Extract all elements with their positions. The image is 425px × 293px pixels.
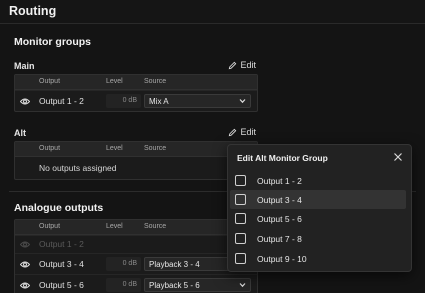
option-label: Output 5 - 6	[257, 214, 302, 224]
checkbox[interactable]	[235, 213, 246, 224]
eye-icon	[20, 241, 30, 248]
col-source: Source	[144, 145, 167, 152]
alt-edit-button[interactable]: Edit	[228, 127, 256, 137]
pencil-icon	[229, 61, 237, 69]
top-bar: Routing	[0, 0, 425, 24]
main-group-table: Output Level Source Output 1 - 2 0 dB Mi…	[14, 74, 258, 112]
table-row: Output 1 - 2 0 dB Mix A	[15, 90, 257, 111]
checkbox[interactable]	[235, 253, 246, 264]
option-output-1-2[interactable]: Output 1 - 2	[230, 171, 406, 190]
edit-alt-monitor-group-dialog: Edit Alt Monitor Group Output 1 - 2 Outp…	[227, 144, 412, 272]
level-field[interactable]: 0 dB	[106, 278, 141, 292]
col-level: Level	[106, 223, 123, 230]
checkbox[interactable]	[235, 233, 246, 244]
eye-icon[interactable]	[20, 281, 30, 290]
option-label: Output 3 - 4	[257, 195, 302, 205]
monitor-groups-title: Monitor groups	[14, 36, 91, 48]
chevron-down-icon	[239, 283, 246, 288]
chevron-down-icon	[239, 99, 246, 104]
source-value: Playback 3 - 4	[149, 260, 200, 269]
table-header: Output Level Source	[15, 220, 257, 235]
option-label: Output 9 - 10	[257, 254, 307, 264]
level-field[interactable]: 0 dB	[106, 94, 141, 108]
output-name: Output 3 - 4	[39, 259, 84, 269]
source-select[interactable]: Mix A	[144, 94, 251, 108]
option-label: Output 7 - 8	[257, 234, 302, 244]
output-name: Output 1 - 2	[39, 239, 84, 249]
level-field[interactable]: 0 dB	[106, 257, 141, 271]
main-edit-button[interactable]: Edit	[228, 60, 256, 70]
source-value: Mix A	[149, 97, 169, 106]
table-row: Output 3 - 4 0 dB Playback 3 - 4	[15, 253, 257, 274]
table-header: Output Level Source	[15, 75, 257, 90]
analogue-outputs-title: Analogue outputs	[14, 202, 104, 214]
col-output: Output	[39, 223, 61, 230]
alt-group-table: Output Level Source No outputs assigned	[14, 141, 258, 180]
col-level: Level	[106, 145, 123, 152]
checkbox[interactable]	[235, 194, 246, 205]
main-group-label: Main	[14, 61, 35, 71]
table-row: Output 5 - 6 0 dB Playback 5 - 6	[15, 274, 257, 293]
pencil-icon	[229, 128, 237, 136]
col-source: Source	[144, 78, 167, 85]
empty-row: No outputs assigned	[15, 157, 257, 179]
analogue-outputs-table: Output Level Source Output 1 - 2 Output …	[14, 219, 258, 293]
option-output-3-4[interactable]: Output 3 - 4	[230, 190, 406, 209]
col-output: Output	[39, 78, 61, 85]
source-value: Playback 5 - 6	[149, 281, 200, 290]
col-output: Output	[39, 145, 61, 152]
empty-text: No outputs assigned	[39, 163, 117, 173]
page-title: Routing	[9, 4, 57, 18]
option-output-7-8[interactable]: Output 7 - 8	[230, 229, 406, 248]
alt-group-label: Alt	[14, 128, 26, 138]
option-output-5-6[interactable]: Output 5 - 6	[230, 209, 406, 228]
output-name: Output 1 - 2	[39, 96, 84, 106]
table-header: Output Level Source	[15, 142, 257, 157]
option-output-9-10[interactable]: Output 9 - 10	[230, 249, 406, 268]
eye-icon[interactable]	[20, 260, 30, 269]
close-icon[interactable]	[393, 152, 403, 162]
alt-edit-label: Edit	[240, 127, 256, 137]
table-row: Output 1 - 2	[15, 235, 257, 253]
eye-icon[interactable]	[20, 97, 30, 106]
source-select[interactable]: Playback 5 - 6	[144, 278, 251, 292]
option-label: Output 1 - 2	[257, 176, 302, 186]
output-name: Output 5 - 6	[39, 280, 84, 290]
col-source: Source	[144, 223, 167, 230]
dialog-title: Edit Alt Monitor Group	[237, 153, 328, 163]
checkbox[interactable]	[235, 175, 246, 186]
col-level: Level	[106, 78, 123, 85]
main-edit-label: Edit	[240, 60, 256, 70]
